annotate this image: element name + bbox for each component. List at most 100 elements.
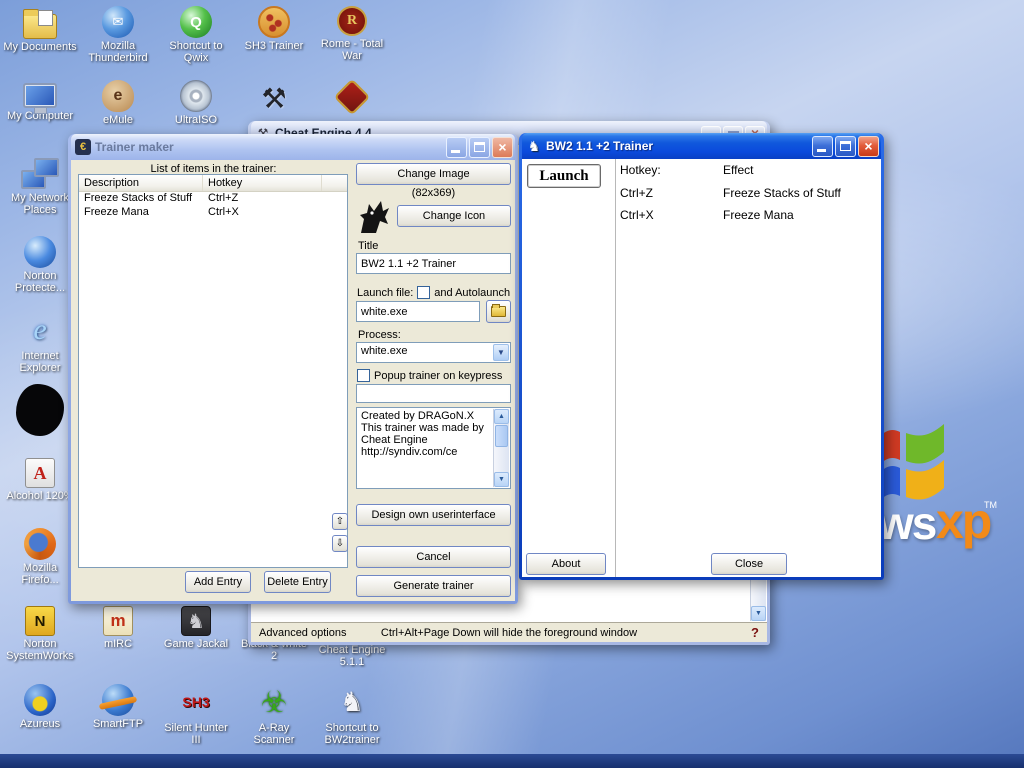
minimize-button[interactable]: [446, 137, 467, 158]
desktop-icon-game-jackal[interactable]: ♞Game Jackal: [158, 606, 234, 650]
desktop-icon-alcohol-120[interactable]: AAlcohol 120%: [2, 458, 78, 502]
wolf-icon: ♞: [526, 138, 542, 154]
item-hotkey: Ctrl+X: [203, 206, 322, 220]
desktop-icon-red-emblem[interactable]: [314, 80, 390, 112]
column-header-description[interactable]: Description: [79, 175, 203, 191]
desktop-icon-mozilla-firefox[interactable]: Mozilla Firefo...: [2, 528, 78, 586]
desktop-icon-label: Game Jackal: [158, 638, 234, 650]
desktop-icon-silent-hunter-3[interactable]: SH3Silent Hunter III: [158, 684, 234, 746]
trainer-image-preview: [358, 199, 391, 235]
desktop-icon-mozilla-thunderbird[interactable]: ✉Mozilla Thunderbird: [80, 6, 156, 64]
autolaunch-label: and Autolaunch: [434, 287, 510, 299]
my-network-places-icon: [21, 158, 59, 190]
popup-checkbox[interactable]: [357, 369, 370, 382]
scroll-up-button[interactable]: ▲: [494, 409, 509, 424]
desktop-icon-azureus[interactable]: Azureus: [2, 684, 78, 730]
add-entry-button[interactable]: Add Entry: [185, 571, 251, 593]
logo-text-xp: xp: [936, 492, 990, 550]
desktop-icon-label: mIRC: [80, 638, 156, 650]
trainer-title-input[interactable]: [356, 253, 511, 274]
launch-button[interactable]: Launch: [527, 164, 601, 188]
desktop-icon-cheat-engine-44[interactable]: ⚒: [236, 80, 312, 118]
process-label: Process:: [358, 329, 401, 341]
logo-text-ws: ws: [878, 496, 935, 550]
desktop-icon-shortcut-to-qwix[interactable]: QShortcut to Qwix: [158, 6, 234, 64]
desktop-icon-shortcut-to-bw2trainer[interactable]: ♞Shortcut to BW2trainer: [314, 684, 390, 746]
desktop-icon-label: Norton Protecte...: [2, 270, 78, 294]
desktop-icon-norton-systemworks[interactable]: NNorton SystemWorks: [2, 606, 78, 662]
autolaunch-checkbox[interactable]: [417, 286, 430, 299]
effect-header: Effect: [723, 163, 753, 177]
desktop-icon-my-network-places[interactable]: My Network Places: [2, 158, 78, 216]
minimize-button[interactable]: [812, 136, 833, 157]
about-button[interactable]: About: [526, 553, 606, 575]
about-textarea[interactable]: Created by DRAGoN.X This trainer was mad…: [356, 407, 511, 489]
emule-icon: e: [102, 80, 134, 112]
desktop-icon-my-computer[interactable]: My Computer: [2, 80, 78, 122]
browse-file-button[interactable]: [486, 300, 511, 323]
desktop-icon-mirc[interactable]: m mIRC: [80, 606, 156, 650]
move-entry-down-button[interactable]: ⇩: [332, 535, 348, 552]
list-item[interactable]: Freeze Stacks of Stuff Ctrl+Z: [79, 192, 347, 206]
desktop-icon-sh3-trainer[interactable]: SH3 Trainer: [236, 6, 312, 52]
trainer-divider: [615, 159, 616, 577]
list-item[interactable]: Freeze Mana Ctrl+X: [79, 206, 347, 220]
ultraiso-icon: [180, 80, 212, 112]
maximize-button[interactable]: [835, 136, 856, 157]
close-icon[interactable]: ×: [492, 137, 513, 158]
close-button[interactable]: Close: [711, 553, 787, 575]
column-header-hotkey[interactable]: Hotkey: [203, 175, 322, 191]
desktop-icon-internet-explorer[interactable]: eInternet Explorer: [2, 312, 78, 374]
open-folder-icon: [491, 306, 506, 317]
design-userinterface-button[interactable]: Design own userinterface: [356, 504, 511, 526]
effect-value: Freeze Stacks of Stuff: [723, 186, 841, 200]
desktop-icon-rome-total-war[interactable]: RRome - Total War: [314, 6, 390, 62]
bw2-window-title: BW2 1.1 +2 Trainer: [546, 139, 810, 153]
a-ray-scanner-icon: ☣: [251, 684, 297, 720]
hotkey-value: Ctrl+X: [620, 208, 654, 222]
close-icon[interactable]: ×: [858, 136, 879, 157]
desktop-icon-label: My Network Places: [2, 192, 78, 216]
generate-trainer-button[interactable]: Generate trainer: [356, 575, 511, 597]
desktop-icon-a-ray-scanner[interactable]: ☣A-Ray Scanner: [236, 684, 312, 746]
desktop-icon-label: Rome - Total War: [314, 38, 390, 62]
process-dropdown[interactable]: white.exe ▼: [356, 342, 511, 363]
chevron-down-icon[interactable]: ▼: [493, 344, 509, 361]
bw2-title-bar[interactable]: ♞ BW2 1.1 +2 Trainer ×: [522, 133, 881, 159]
desktop-icon-smartftp[interactable]: SmartFTP: [80, 684, 156, 730]
item-description: Freeze Stacks of Stuff: [79, 192, 203, 206]
red-emblem-icon: [334, 79, 371, 116]
change-icon-button[interactable]: Change Icon: [397, 205, 511, 227]
advanced-options-label[interactable]: Advanced options: [259, 627, 346, 639]
desktop-icon-unknown-black[interactable]: [2, 384, 78, 438]
desktop-icon-label: A-Ray Scanner: [236, 722, 312, 746]
desktop-icon-norton-protection[interactable]: Norton Protecte...: [2, 236, 78, 294]
trainer-maker-icon: €: [75, 139, 91, 155]
popup-row: Popup trainer on keypress: [357, 369, 512, 382]
trainer-maker-title-bar[interactable]: € Trainer maker ×: [71, 134, 515, 160]
launch-file-input[interactable]: [356, 301, 480, 322]
popup-hotkey-input[interactable]: [356, 384, 511, 403]
mirc-icon: m: [103, 606, 133, 636]
change-image-button[interactable]: Change Image: [356, 163, 511, 185]
scroll-thumb[interactable]: [495, 425, 508, 447]
move-entry-up-button[interactable]: ⇧: [332, 513, 348, 530]
desktop-icon-label: Internet Explorer: [2, 350, 78, 374]
trainer-items-list[interactable]: Description Hotkey Freeze Stacks of Stuf…: [78, 174, 348, 568]
hotkey-header: Hotkey:: [620, 163, 661, 177]
delete-entry-button[interactable]: Delete Entry: [264, 571, 331, 593]
desktop-icon-ultraiso[interactable]: UltraISO: [158, 80, 234, 126]
desktop-icon-label: SH3 Trainer: [236, 40, 312, 52]
textarea-scrollbar[interactable]: ▲ ▼: [493, 409, 509, 487]
cancel-button[interactable]: Cancel: [356, 546, 511, 568]
desktop-icon-my-documents[interactable]: My Documents: [2, 6, 78, 53]
desktop-icon-label: Shortcut to BW2trainer: [314, 722, 390, 746]
silent-hunter-3-icon: SH3: [173, 684, 219, 720]
maximize-button[interactable]: [469, 137, 490, 158]
desktop-icon-emule[interactable]: eeMule: [80, 80, 156, 126]
scroll-down-button[interactable]: ▼: [494, 472, 509, 487]
scroll-down-button[interactable]: ▼: [751, 606, 766, 621]
shortcut-to-bw2trainer-icon: ♞: [329, 684, 375, 720]
image-size-label: (82x369): [356, 187, 511, 199]
help-button[interactable]: ?: [751, 625, 759, 640]
